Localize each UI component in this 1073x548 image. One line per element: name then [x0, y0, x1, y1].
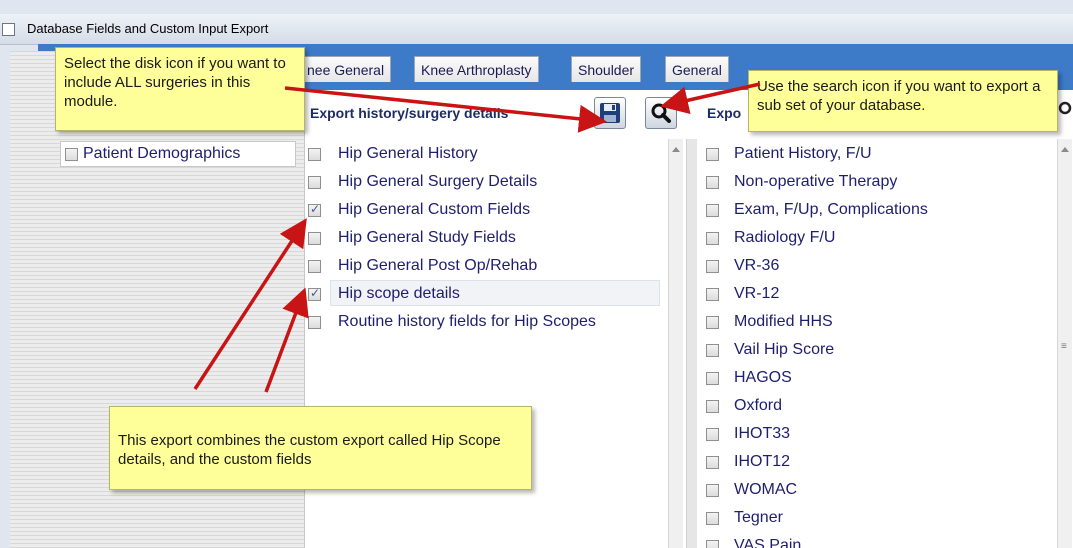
middle-item-label: Hip General Study Fields [338, 229, 516, 246]
right-item-label: Oxford [734, 397, 783, 414]
right-item-checkbox[interactable] [706, 456, 719, 469]
middle-item-label: Hip scope details [338, 285, 460, 302]
right-item-checkbox[interactable] [706, 344, 719, 357]
middle-item-checkbox[interactable] [308, 232, 321, 245]
right-scrollbar[interactable]: ≡ [1057, 139, 1072, 548]
middle-item-checkbox[interactable] [308, 316, 321, 329]
right-item-checkbox[interactable] [706, 372, 719, 385]
window-title: Database Fields and Custom Input Export [27, 21, 269, 36]
right-item-checkbox[interactable] [706, 288, 719, 301]
right-item-label: WOMAC [734, 481, 798, 498]
partial-search-icon [1058, 101, 1072, 115]
tab-1[interactable]: nee General [300, 56, 392, 82]
title-bar: Database Fields and Custom Input Export [0, 14, 1073, 45]
window-menu-icon[interactable] [2, 23, 15, 36]
disk-icon [600, 103, 620, 123]
right-item-label: VR-36 [734, 257, 780, 274]
middle-item-label: Hip General Custom Fields [338, 201, 531, 218]
tab-2[interactable]: Knee Arthroplasty [414, 56, 539, 82]
scroll-up-icon[interactable] [1061, 147, 1069, 152]
right-item-checkbox[interactable] [706, 148, 719, 161]
right-item-checkbox[interactable] [706, 232, 719, 245]
search-button[interactable] [645, 97, 677, 129]
right-item-label: VAS Pain [734, 537, 802, 548]
search-note: Use the search icon if you want to expor… [748, 70, 1058, 132]
right-item-checkbox[interactable] [706, 540, 719, 548]
patient-demographics-checkbox[interactable] [65, 148, 78, 161]
scroll-grip-icon: ≡ [1061, 341, 1067, 352]
middle-item-checkbox[interactable] [308, 286, 321, 301]
patient-demographics-label: Patient Demographics [83, 145, 241, 162]
disk-note: Select the disk icon if you want to incl… [55, 47, 305, 131]
right-item-label: Radiology F/U [734, 229, 836, 246]
middle-heading: Export history/surgery details [310, 105, 509, 121]
right-item-label: IHOT33 [734, 425, 791, 442]
right-item-checkbox[interactable] [706, 204, 719, 217]
middle-item-checkbox[interactable] [308, 148, 321, 161]
right-item-checkbox[interactable] [706, 316, 719, 329]
right-heading: Expo [707, 105, 742, 121]
right-item-checkbox[interactable] [706, 484, 719, 497]
middle-item-label: Hip General History [338, 145, 478, 162]
middle-item-checkbox[interactable] [308, 260, 321, 273]
export-window: Database Fields and Custom Input Export … [0, 0, 1073, 548]
middle-item-label: Routine history fields for Hip Scopes [338, 313, 596, 330]
right-item-label: IHOT12 [734, 453, 791, 470]
right-item-label: VR-12 [734, 285, 780, 302]
middle-item-checkbox[interactable] [308, 176, 321, 189]
combine-note: This export combines the custom export c… [109, 406, 532, 490]
right-item-label: Modified HHS [734, 313, 833, 330]
middle-item-label: Hip General Surgery Details [338, 173, 538, 190]
middle-item-checkbox[interactable] [308, 202, 321, 217]
right-item-checkbox[interactable] [706, 176, 719, 189]
right-item-checkbox[interactable] [706, 400, 719, 413]
right-item-label: HAGOS [734, 369, 792, 386]
middle-item-label: Hip General Post Op/Rehab [338, 257, 538, 274]
right-item-label: Vail Hip Score [734, 341, 835, 358]
magnifier-icon [651, 103, 671, 123]
tab-4[interactable]: General [665, 56, 729, 82]
right-item-label: Non-operative Therapy [734, 173, 898, 190]
right-item-checkbox[interactable] [706, 512, 719, 525]
patient-demographics-row[interactable]: Patient Demographics [60, 141, 296, 167]
right-item-checkbox[interactable] [706, 260, 719, 273]
tab-3[interactable]: Shoulder [571, 56, 642, 82]
middle-scrollbar[interactable] [668, 139, 683, 548]
scroll-up-icon[interactable] [672, 147, 680, 152]
right-item-checkbox[interactable] [706, 428, 719, 441]
right-item-label: Exam, F/Up, Complications [734, 201, 928, 218]
right-item-label: Patient History, F/U [734, 145, 872, 162]
right-item-label: Tegner [734, 509, 783, 526]
save-button[interactable] [594, 97, 626, 129]
